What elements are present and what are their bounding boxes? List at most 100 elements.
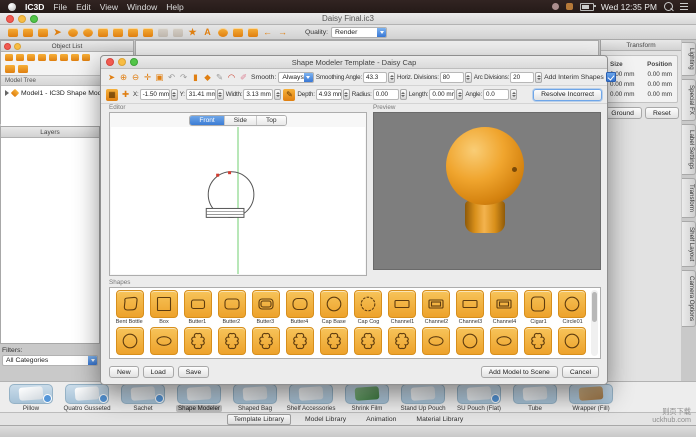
quality-select[interactable]: Render — [331, 27, 387, 38]
zoom-tool-icon[interactable] — [66, 26, 79, 38]
stepper[interactable] — [217, 89, 224, 100]
shape-item[interactable] — [283, 327, 316, 356]
control-center-icon[interactable] — [680, 3, 688, 10]
edit-profile-icon[interactable]: ✎ — [283, 89, 295, 101]
library-item[interactable]: Shrink Film — [340, 384, 394, 412]
select-tool-icon[interactable]: ➤ — [51, 26, 64, 38]
shape-item[interactable] — [113, 327, 146, 356]
stepper[interactable] — [274, 89, 281, 100]
draw-arc-icon[interactable]: ◠ — [226, 71, 237, 83]
shapes-scrollbar[interactable] — [591, 290, 598, 356]
shape-item[interactable]: Cigar1 — [522, 290, 555, 325]
load-button[interactable]: Load — [143, 366, 174, 378]
position-value[interactable]: 0.00 mm — [648, 81, 673, 88]
info-icon[interactable] — [82, 54, 90, 61]
field-input[interactable]: -1.50 mm — [140, 89, 170, 100]
text-tool-icon[interactable]: A — [201, 26, 214, 38]
view-tab[interactable]: Top — [257, 116, 286, 125]
save-file-icon[interactable] — [36, 26, 49, 38]
field-input[interactable]: 0.0 — [483, 89, 509, 100]
shape-item[interactable] — [317, 327, 350, 356]
position-value[interactable]: 0.00 mm — [648, 71, 673, 78]
shape-item[interactable]: Bent Bottle — [113, 290, 146, 325]
cancel-button[interactable]: Cancel — [562, 366, 599, 378]
shape-item[interactable] — [522, 327, 555, 356]
library-item[interactable]: Stand Up Pouch — [396, 384, 450, 412]
shape-item[interactable]: Butter3 — [249, 290, 282, 325]
field-input[interactable]: 20 — [510, 72, 534, 83]
stepper[interactable] — [171, 89, 178, 100]
dock-tab[interactable]: Lighting — [682, 42, 696, 76]
draw-pencil-icon[interactable]: ✎ — [214, 71, 225, 83]
field-input[interactable]: 0.00 — [373, 89, 399, 100]
panel-minimize-icon[interactable] — [14, 43, 21, 50]
library-item[interactable]: Pillow — [4, 384, 58, 412]
add-point-icon[interactable]: ✚ — [120, 89, 131, 101]
shape-item[interactable] — [488, 327, 521, 356]
size-value[interactable]: 0.00 mm — [610, 91, 635, 98]
shape-item[interactable]: Butter1 — [181, 290, 214, 325]
undo-icon[interactable]: ← — [261, 26, 274, 38]
hand-tool-icon[interactable] — [216, 26, 229, 38]
stepper[interactable] — [465, 72, 472, 83]
new-file-icon[interactable] — [6, 26, 19, 38]
dock-tab[interactable]: Camera Options — [682, 270, 696, 327]
export-icon[interactable] — [16, 54, 24, 61]
profile-edit-canvas[interactable] — [111, 127, 365, 274]
shape-item[interactable] — [420, 327, 453, 356]
dock-tab[interactable]: Label Settings — [682, 124, 696, 175]
dock-tab[interactable]: Transform — [682, 178, 696, 218]
library-item[interactable]: Sachet — [116, 384, 170, 412]
add-point-shape-icon[interactable]: ◆ — [202, 71, 213, 83]
menu-item[interactable]: Help — [166, 2, 183, 12]
ground-button[interactable]: Ground — [603, 107, 642, 119]
add-rect-shape-icon[interactable]: ▮ — [190, 71, 201, 83]
close-window-icon[interactable] — [6, 15, 14, 23]
menu-item[interactable]: File — [53, 2, 67, 12]
move-tool-icon[interactable] — [96, 26, 109, 38]
folder-closed-icon[interactable] — [5, 65, 15, 73]
stepper[interactable] — [343, 89, 350, 100]
save-button[interactable]: Save — [178, 366, 210, 378]
undo-icon[interactable]: ↶ — [166, 71, 177, 83]
field-input[interactable]: 80 — [440, 72, 464, 83]
field-input[interactable]: 3.13 mm — [243, 89, 273, 100]
orbit-tool-icon[interactable] — [81, 26, 94, 38]
object-list-header[interactable]: Object List — [1, 41, 133, 52]
view-tab[interactable]: Side — [225, 116, 257, 125]
spotlight-icon[interactable] — [664, 2, 673, 11]
library-tab[interactable]: Model Library — [299, 415, 352, 424]
battery-icon[interactable] — [580, 3, 594, 11]
add-interim-shapes-checkbox[interactable] — [606, 72, 616, 82]
library-item[interactable]: Shape Modeler — [172, 384, 226, 412]
library-item[interactable]: Tube — [508, 384, 562, 412]
shape-item[interactable] — [215, 327, 248, 356]
filters-select[interactable]: All Categories — [2, 355, 98, 366]
apple-menu-icon[interactable] — [8, 3, 16, 11]
stepper[interactable] — [388, 72, 395, 83]
group-icon[interactable] — [60, 54, 68, 61]
library-item[interactable]: Shaped Bag — [228, 384, 282, 412]
shape-item[interactable] — [352, 327, 385, 356]
status-app2-icon[interactable] — [566, 3, 573, 10]
open-file-icon[interactable] — [21, 26, 34, 38]
measure-tool-icon[interactable] — [171, 26, 184, 38]
preview-pane[interactable] — [373, 112, 601, 270]
zoom-out-tool-icon[interactable]: ⊖ — [130, 71, 141, 83]
add-model-icon[interactable] — [27, 54, 35, 61]
profile-mode-icon[interactable]: ▦ — [106, 89, 118, 101]
shape-item[interactable]: Cap Cog — [352, 290, 385, 325]
dock-tab[interactable]: Shelf Layout — [682, 221, 696, 267]
shape-item[interactable]: Box — [147, 290, 180, 325]
menu-item-app[interactable]: IC3D — [25, 2, 44, 12]
add-model-to-scene-button[interactable]: Add Model to Scene — [481, 366, 558, 378]
status-app-icon[interactable] — [552, 3, 559, 10]
library-tab[interactable]: Animation — [360, 415, 402, 424]
duplicate-icon[interactable] — [38, 54, 46, 61]
shape-item[interactable]: Channel3 — [454, 290, 487, 325]
delete-icon[interactable] — [49, 54, 57, 61]
shape-item[interactable]: Butter2 — [215, 290, 248, 325]
library-tab[interactable]: Material Library — [410, 415, 469, 424]
redo-icon[interactable]: ↷ — [178, 71, 189, 83]
stepper[interactable] — [510, 89, 517, 100]
